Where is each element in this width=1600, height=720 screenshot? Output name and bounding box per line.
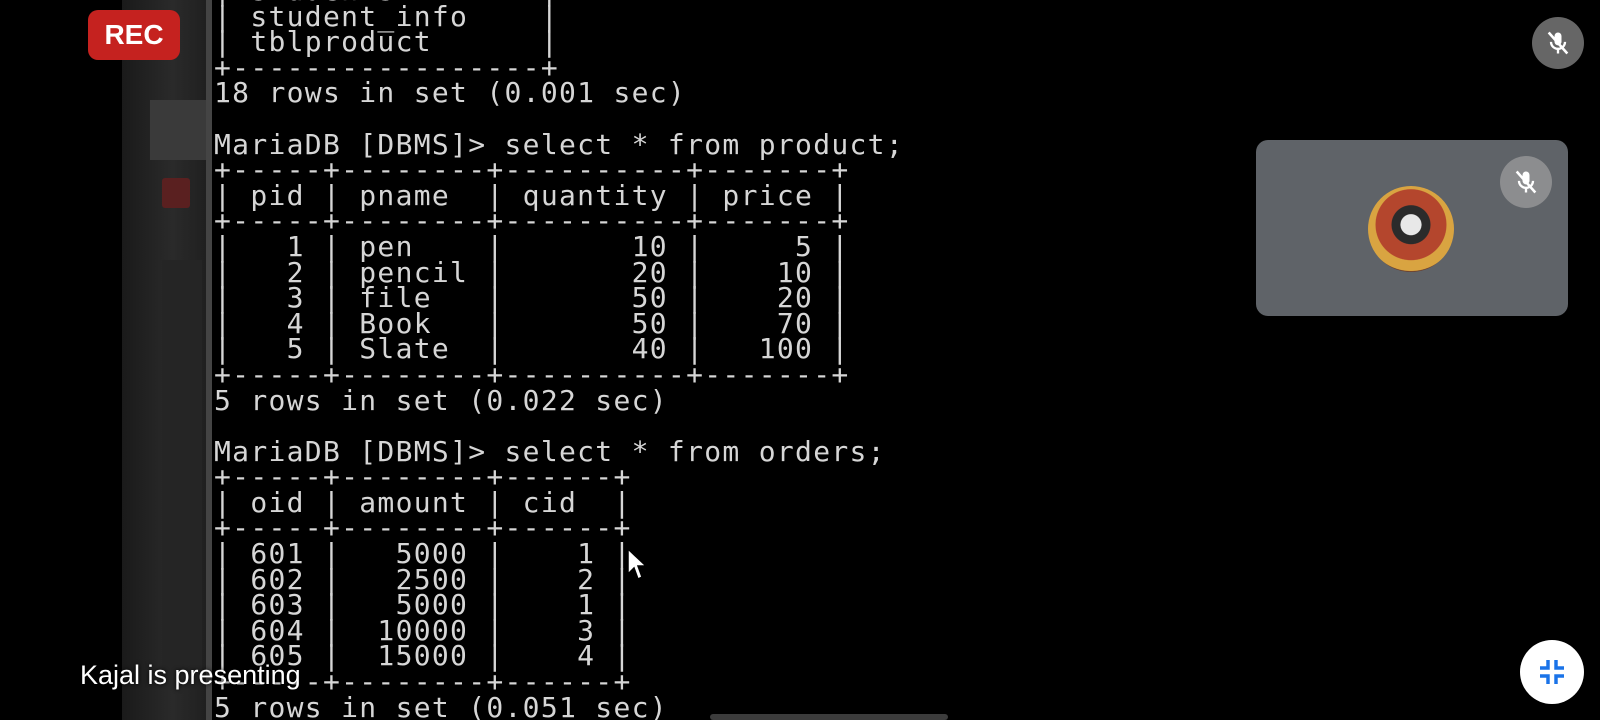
mic-off-icon [1547,31,1569,55]
participant-avatar [1368,186,1454,272]
terminal-window-edge [206,0,212,720]
terminal-line: 5 rows in set (0.051 sec) [214,690,668,720]
horizontal-scrollbar[interactable] [710,714,948,720]
self-video-tile[interactable] [1256,140,1568,316]
desktop-panel [162,260,202,680]
desktop-window-thumbnail [150,100,206,160]
exit-fullscreen-icon [1540,660,1564,684]
desktop-record-indicator [162,178,190,208]
terminal-line: 18 rows in set (0.001 sec) [214,76,687,110]
terminal-line: 5 rows in set (0.022 sec) [214,383,668,417]
shared-terminal-window: | students | | student_info | | tblprodu… [214,0,1234,720]
meeting-stage: | students | | student_info | | tblprodu… [0,0,1600,720]
presenter-desktop-background [122,0,206,720]
recording-badge: REC [88,10,180,60]
presenting-label: Kajal is presenting [80,660,301,690]
self-mic-status [1500,156,1552,208]
mic-off-icon [1515,170,1537,194]
presenter-mic-status [1532,17,1584,69]
exit-fullscreen-button[interactable] [1520,640,1584,704]
mouse-cursor-icon [627,548,647,581]
terminal-output: | students | | student_info | | tblprodu… [214,0,1234,720]
